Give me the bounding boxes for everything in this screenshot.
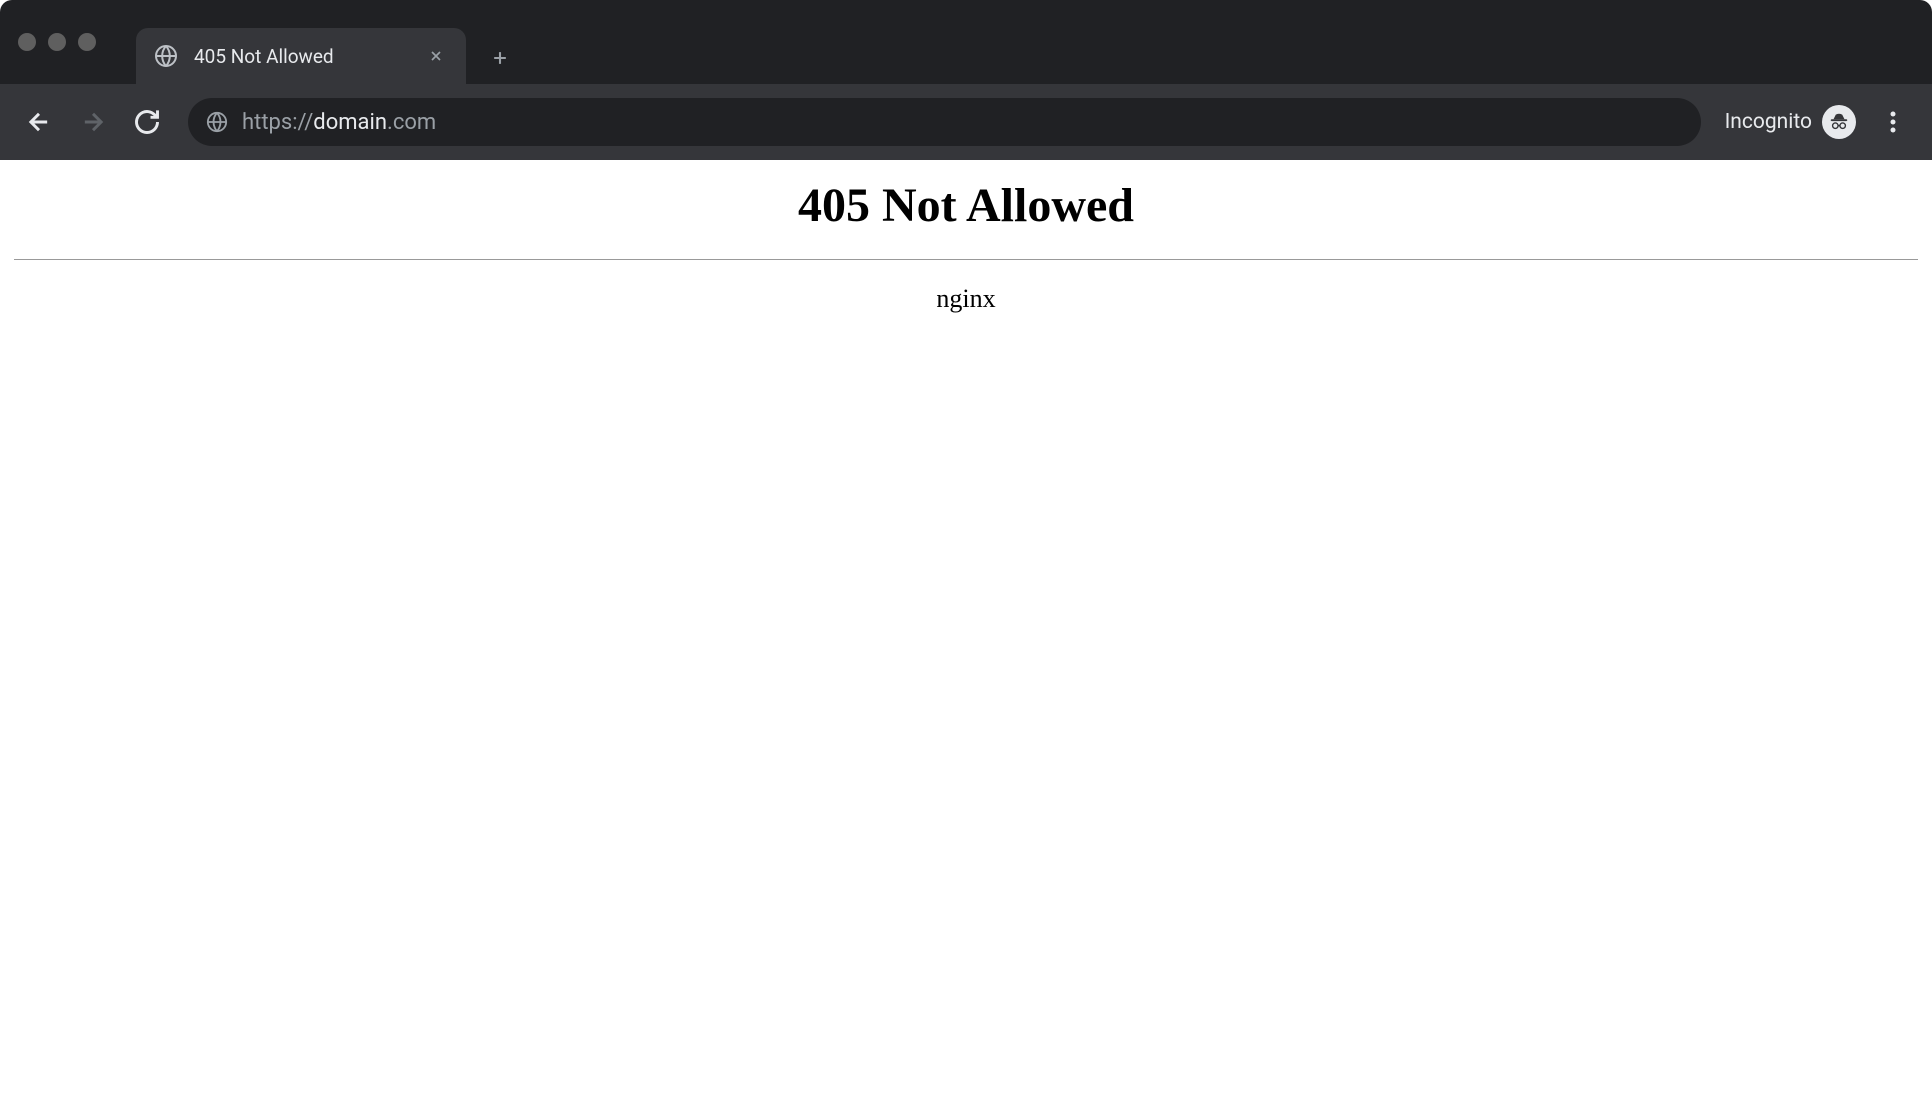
- browser-tab[interactable]: 405 Not Allowed: [136, 28, 466, 84]
- browser-menu-button[interactable]: [1870, 99, 1916, 145]
- titlebar: 405 Not Allowed: [0, 0, 1932, 84]
- window-minimize-button[interactable]: [48, 33, 66, 51]
- incognito-label: Incognito: [1725, 110, 1812, 134]
- new-tab-button[interactable]: [480, 38, 520, 78]
- reload-button[interactable]: [124, 99, 170, 145]
- window-maximize-button[interactable]: [78, 33, 96, 51]
- url-host: domain: [313, 110, 387, 135]
- page-content: 405 Not Allowed nginx: [0, 160, 1932, 314]
- toolbar: https://domain.com Incognito: [0, 84, 1932, 160]
- incognito-icon: [1822, 105, 1856, 139]
- url-tld: .com: [387, 110, 436, 135]
- url-scheme: https://: [242, 110, 313, 135]
- back-button[interactable]: [16, 99, 62, 145]
- window-close-button[interactable]: [18, 33, 36, 51]
- tab-close-button[interactable]: [424, 44, 448, 68]
- error-heading: 405 Not Allowed: [0, 178, 1932, 233]
- tab-strip: 405 Not Allowed: [136, 0, 520, 84]
- site-info-icon[interactable]: [206, 111, 228, 133]
- globe-icon: [154, 44, 178, 68]
- window-controls: [18, 33, 96, 51]
- incognito-indicator[interactable]: Incognito: [1719, 105, 1862, 139]
- forward-button[interactable]: [70, 99, 116, 145]
- url-display: https://domain.com: [242, 110, 436, 135]
- tab-title: 405 Not Allowed: [194, 45, 408, 68]
- browser-chrome: 405 Not Allowed: [0, 0, 1932, 160]
- server-name: nginx: [0, 284, 1932, 314]
- divider: [14, 259, 1918, 260]
- address-bar[interactable]: https://domain.com: [188, 98, 1701, 146]
